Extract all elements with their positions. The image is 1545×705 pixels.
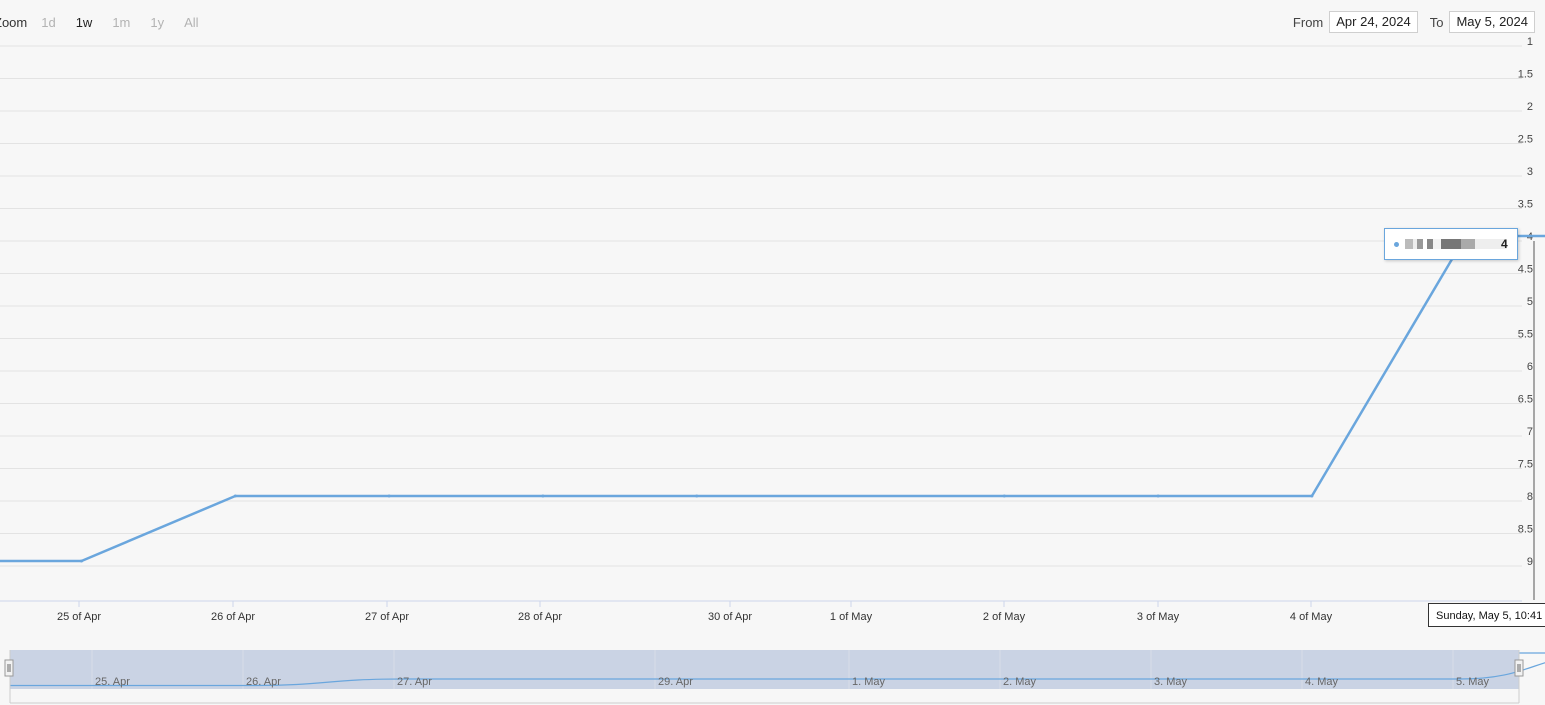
y-tick-label: 2 [1527, 101, 1533, 113]
data-point [233, 494, 237, 498]
tooltip: 4 [1384, 228, 1518, 260]
y-tick-label: 4.5 [1518, 264, 1533, 276]
navigator-tick-label: 26. Apr [246, 676, 281, 688]
y-tick-label: 1.5 [1518, 69, 1533, 81]
x-axis-ticks: 25 of Apr 26 of Apr 27 of Apr 28 of Apr 30 o… [57, 601, 1333, 623]
x-tick-label: 3 of May [1137, 611, 1180, 623]
data-point [1156, 494, 1160, 498]
y-tick-label: 3.5 [1518, 199, 1533, 211]
data-point [541, 494, 545, 498]
data-point [80, 559, 84, 563]
navigator-tick-label: 4. May [1305, 676, 1339, 688]
y-tick-label: 8 [1527, 491, 1533, 503]
y-tick-label: 8.5 [1518, 524, 1533, 536]
crosshair-time-label: Sunday, May 5, 10:41 [1428, 603, 1545, 627]
navigator-left-handle[interactable] [4, 659, 14, 677]
x-tick-label: 28 of Apr [518, 611, 562, 623]
x-tick-label: 25 of Apr [57, 611, 101, 623]
navigator-tick-label: 25. Apr [95, 676, 130, 688]
x-tick-label: 4 of May [1290, 611, 1333, 623]
tooltip-series-dot [1394, 241, 1399, 247]
navigator-tick-label: 1. May [852, 676, 886, 688]
grid-lines [0, 45, 1522, 567]
data-point [695, 494, 699, 498]
data-point [1002, 494, 1006, 498]
navigator-selected-range[interactable] [10, 650, 1519, 689]
y-axis-ticks: 11.522.533.544.555.566.577.588.59 [1518, 36, 1533, 568]
y-tick-label: 9 [1527, 556, 1533, 568]
x-tick-label: 26 of Apr [211, 611, 255, 623]
x-tick-label: 2 of May [983, 611, 1026, 623]
tooltip-value: 4 [1501, 237, 1508, 251]
y-tick-label: 5 [1527, 296, 1533, 308]
tooltip-series-name-redacted [1405, 239, 1507, 249]
data-point [1310, 494, 1314, 498]
y-tick-label: 5.5 [1518, 329, 1533, 341]
x-tick-label: 27 of Apr [365, 611, 409, 623]
y-tick-label: 7.5 [1518, 459, 1533, 471]
y-tick-label: 7 [1527, 426, 1533, 438]
x-tick-label: 1 of May [830, 611, 873, 623]
navigator[interactable]: 25. Apr 26. Apr 27. Apr 29. Apr 1. May 2. May… [0, 650, 1545, 705]
navigator-tick-label: 29. Apr [658, 676, 693, 688]
y-tick-label: 3 [1527, 166, 1533, 178]
navigator-tick-label: 5. May [1456, 676, 1490, 688]
data-point [387, 494, 391, 498]
x-tick-label: 30 of Apr [708, 611, 752, 623]
y-tick-label: 2.5 [1518, 134, 1533, 146]
navigator-tick-label: 2. May [1003, 676, 1037, 688]
navigator-tick-label: 3. May [1154, 676, 1188, 688]
y-tick-label: 6.5 [1518, 394, 1533, 406]
y-tick-label: 1 [1527, 36, 1533, 48]
series-line [0, 234, 1545, 563]
chart-canvas: 1 1.5 2 2.5 3 3.5 4 4.5 5 5.5 6 6.5 7 7.5 8 8.5 9 25 of … [0, 36, 1545, 705]
series-markers [80, 234, 1468, 563]
navigator-tick-label: 27. Apr [397, 676, 432, 688]
y-tick-label: 6 [1527, 361, 1533, 373]
navigator-right-handle[interactable] [1514, 659, 1524, 677]
